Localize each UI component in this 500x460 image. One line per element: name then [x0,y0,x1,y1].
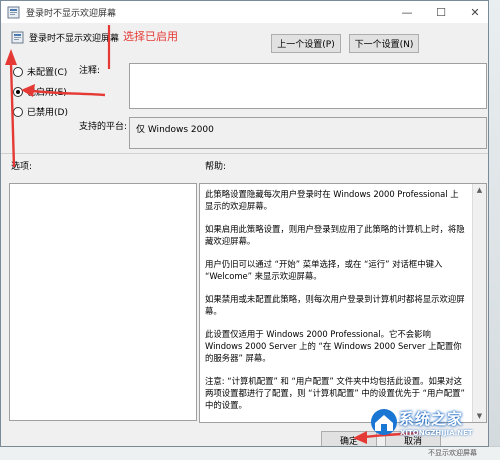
comment-textarea[interactable] [129,63,487,109]
window-title: 登录时不显示欢迎屏幕 [26,8,117,19]
scroll-up-icon[interactable]: ▲ [473,184,486,196]
watermark-name: 系统之家 [399,410,464,428]
policy-dialog: 登录时不显示欢迎屏幕 — ☐ ✕ 登录时不显示欢迎屏幕 选择已启用 上一个设置(… [0,0,489,447]
close-icon: ✕ [470,5,480,19]
watermark-url: XITONGZHIJIA.NET [400,429,473,437]
help-scrollbar[interactable]: ▲ ▼ [472,184,486,422]
setting-icon [11,31,24,44]
divider [1,153,488,154]
previous-setting-button[interactable]: 上一个设置(P) [271,34,341,53]
background-text: 不显示欢迎屏幕 [428,449,477,457]
platform-label: 支持的平台: [79,122,128,132]
help-paragraph: 用户仍旧可以通过 “开始” 菜单选择，或在 “运行” 对话框中键入 “Welco… [205,259,443,281]
minimize-icon: — [401,5,413,19]
background-edge [488,0,500,460]
comment-label: 注释: [79,66,101,76]
help-paragraph: 如果启用此策略设置，则用户登录到应用了此策略的计算机上时，将隐藏欢迎屏幕。 [205,224,465,246]
help-label: 帮助: [205,162,227,172]
watermark-logo-icon [371,409,397,435]
help-paragraph: 如果禁用或未配置此策略，则每次用户登录到计算机时都将显示欢迎屏幕。 [205,294,465,316]
help-paragraph: 此设置仅适用于 Windows 2000 Professional。它不会影响 … [205,329,462,363]
maximize-icon: ☐ [436,5,446,19]
title-bar: 登录时不显示欢迎屏幕 — ☐ ✕ [1,1,488,23]
next-setting-button[interactable]: 下一个设置(N) [349,34,419,53]
options-panel [9,183,197,421]
policy-icon [7,6,20,18]
annotation-arrow-vertical [107,25,111,70]
background-taskbar-strip [0,446,500,460]
platform-value: 仅 Windows 2000 [129,117,487,149]
minimize-button[interactable]: — [389,1,425,23]
annotation-arrow-from-title [5,49,17,168]
annotation-arrow-to-radio [21,84,106,97]
maximize-button[interactable]: ☐ [423,1,459,23]
help-paragraph: 此策略设置隐藏每次用户登录时在 Windows 2000 Professiona… [205,189,459,211]
help-panel: 此策略设置隐藏每次用户登录时在 Windows 2000 Professiona… [199,183,487,423]
annotation-text: 选择已启用 [123,30,178,43]
close-button[interactable]: ✕ [457,1,488,23]
watermark: 系统之家 XITONGZHIJIA.NET [369,405,488,445]
